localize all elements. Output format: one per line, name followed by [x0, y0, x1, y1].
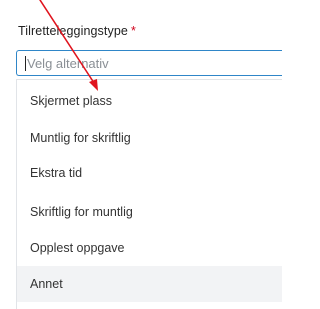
option-label: Ekstra tid [30, 166, 83, 180]
field-label: Tilretteleggingstype * [18, 24, 136, 38]
option-label: Muntlig for skriftlig [30, 131, 131, 145]
option-label: Annet [30, 277, 63, 291]
option-label: Opplest oppgave [30, 241, 125, 255]
field-label-text: Tilretteleggingstype [18, 24, 128, 38]
option-skjermet-plass[interactable]: Skjermet plass [17, 82, 282, 120]
option-annet[interactable]: Annet [17, 266, 282, 302]
option-skriftlig-for-muntlig[interactable]: Skriftlig for muntlig [17, 193, 282, 231]
option-label: Skriftlig for muntlig [30, 205, 133, 219]
option-label: Skjermet plass [30, 94, 112, 108]
accommodation-type-input[interactable]: Velg alternativ [16, 50, 282, 76]
accommodation-type-select-screen: Tilretteleggingstype * Velg alternativ Sk… [0, 0, 282, 309]
text-cursor [25, 55, 26, 71]
required-asterisk: * [130, 24, 136, 38]
option-ekstra-tid[interactable]: Ekstra tid [17, 154, 282, 192]
option-opplest-oppgave[interactable]: Opplest oppgave [17, 229, 282, 267]
option-muntlig-for-skriftlig[interactable]: Muntlig for skriftlig [17, 119, 282, 157]
dropdown-menu: Skjermet plass Muntlig for skriftlig Eks… [16, 79, 282, 309]
select-placeholder: Velg alternativ [27, 55, 109, 71]
